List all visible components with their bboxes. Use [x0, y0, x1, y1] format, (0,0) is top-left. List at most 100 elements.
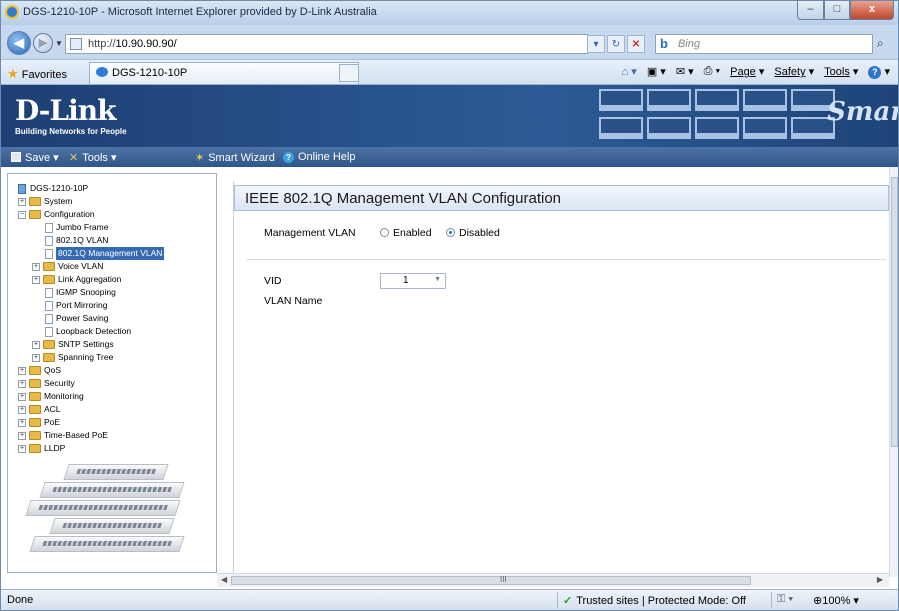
page-icon: [45, 222, 53, 233]
compat-view-icon[interactable]: ▾: [587, 35, 605, 53]
tree-node-management-vlan[interactable]: 802.1Q Management VLAN: [18, 247, 165, 260]
safety-menu[interactable]: Safety ▾: [774, 65, 814, 79]
expand-icon[interactable]: +: [32, 262, 40, 271]
address-actions: ▾ ↻ ✕: [587, 35, 645, 53]
expand-icon[interactable]: +: [18, 444, 26, 453]
switch-ports-graphic: [599, 89, 835, 139]
tree-node-lldp[interactable]: + LLDP: [18, 442, 164, 455]
scroll-right-icon[interactable]: ▶: [877, 575, 883, 584]
expand-icon[interactable]: +: [18, 197, 26, 206]
horizontal-scrollbar[interactable]: ◀ III ▶: [217, 573, 889, 587]
tree-node-loopback-detection[interactable]: Loopback Detection: [18, 325, 164, 338]
expand-icon[interactable]: +: [18, 392, 26, 401]
recent-pages-dropdown[interactable]: ▼: [55, 39, 63, 48]
tree-node-system[interactable]: + System: [18, 195, 164, 208]
security-zone[interactable]: ✓ Trusted sites | Protected Mode: Off: [563, 594, 746, 607]
search-input[interactable]: b Bing: [655, 34, 873, 54]
tree-node-root[interactable]: DGS-1210-10P: [18, 182, 164, 195]
expand-icon[interactable]: +: [32, 340, 40, 349]
enabled-radio[interactable]: [380, 228, 389, 237]
expand-icon[interactable]: +: [18, 366, 26, 375]
back-button[interactable]: ◀: [7, 31, 31, 55]
tools-icon: ✕: [69, 152, 79, 164]
protected-mode-icon[interactable]: ⚿ ▾: [777, 593, 793, 606]
maximize-button[interactable]: □: [824, 1, 850, 20]
refresh-icon[interactable]: ↻: [607, 35, 625, 53]
home-icon[interactable]: ⌂ ▾: [622, 65, 637, 79]
url-text: http://10.90.90.90/: [88, 38, 177, 50]
management-vlan-row: Management VLAN: [264, 227, 356, 239]
online-help-button[interactable]: ? Online Help: [283, 151, 355, 163]
print-icon[interactable]: ⎙ ▾: [704, 65, 720, 79]
folder-icon: [43, 340, 55, 349]
tree-node-port-mirroring[interactable]: Port Mirroring: [18, 299, 164, 312]
forward-button[interactable]: ▶: [33, 33, 53, 53]
tree-node-qos[interactable]: + QoS: [18, 364, 164, 377]
expand-icon[interactable]: +: [18, 405, 26, 414]
expand-icon[interactable]: +: [18, 379, 26, 388]
tree-node-spanning-tree[interactable]: + Spanning Tree: [18, 351, 164, 364]
page-title: IEEE 802.1Q Management VLAN Configuratio…: [234, 185, 889, 211]
tools-menu[interactable]: Tools ▾: [824, 65, 858, 79]
close-button[interactable]: x: [850, 1, 894, 20]
save-menu[interactable]: Save ▾: [11, 151, 59, 164]
expand-icon[interactable]: +: [18, 431, 26, 440]
vid-select[interactable]: 1 ▼: [380, 273, 446, 289]
tree-node-acl[interactable]: + ACL: [18, 403, 164, 416]
expand-icon[interactable]: +: [32, 353, 40, 362]
management-vlan-label: Management VLAN: [264, 227, 356, 239]
folder-icon: [29, 431, 41, 440]
tree-node-time-based-poe[interactable]: + Time-Based PoE: [18, 429, 164, 442]
divider: [246, 259, 886, 260]
zoom-level[interactable]: ⊕100% ▾: [813, 594, 859, 607]
folder-open-icon: [29, 210, 41, 219]
tree-node-configuration[interactable]: − Configuration: [18, 208, 164, 221]
navigation-tree: DGS-1210-10P + System − Configuration Jumb…: [18, 182, 165, 455]
disabled-radio[interactable]: [446, 228, 455, 237]
browser-tab[interactable]: DGS-1210-10P: [89, 62, 359, 84]
disabled-radio-option[interactable]: Disabled: [446, 227, 500, 239]
enabled-radio-option[interactable]: Enabled: [380, 227, 432, 239]
scroll-thumb[interactable]: III: [231, 575, 751, 585]
tree-node-jumbo-frame[interactable]: Jumbo Frame: [18, 221, 164, 234]
mail-icon[interactable]: ✉ ▾: [676, 65, 694, 79]
vlan-name-label: VLAN Name: [264, 295, 323, 307]
tree-node-poe[interactable]: + PoE: [18, 416, 164, 429]
minimize-button[interactable]: –: [797, 1, 824, 20]
feeds-icon[interactable]: ▣ ▾: [647, 65, 666, 79]
tree-node-security[interactable]: + Security: [18, 377, 164, 390]
search-icon[interactable]: ⌕: [877, 36, 884, 51]
tree-node-monitoring[interactable]: + Monitoring: [18, 390, 164, 403]
help-menu[interactable]: ? ▾: [868, 65, 890, 79]
new-tab-button[interactable]: [339, 64, 359, 82]
status-text: Done: [7, 594, 34, 606]
scroll-left-icon[interactable]: ◀: [221, 575, 227, 584]
tree-node-link-aggregation[interactable]: + Link Aggregation: [18, 273, 164, 286]
online-help-icon: ?: [283, 152, 294, 163]
expand-icon[interactable]: +: [18, 418, 26, 427]
scroll-thumb[interactable]: [891, 177, 898, 447]
tools-menu-app[interactable]: ✕ Tools ▾: [69, 151, 116, 164]
collapse-icon[interactable]: −: [18, 210, 26, 219]
folder-icon: [29, 366, 41, 375]
smart-logo: Smar: [827, 97, 898, 127]
switch-stack-image: [22, 462, 190, 562]
favorites-button[interactable]: ★ Favorites: [7, 66, 67, 82]
tree-node-power-saving[interactable]: Power Saving: [18, 312, 164, 325]
tab-icon: [96, 67, 108, 77]
expand-icon[interactable]: +: [32, 275, 40, 284]
url-input[interactable]: http://10.90.90.90/: [65, 34, 588, 54]
caption-buttons: – □ x: [797, 1, 894, 20]
page-menu[interactable]: Page ▾: [730, 65, 764, 79]
check-icon: ✓: [563, 595, 573, 607]
status-bar: Done ✓ Trusted sites | Protected Mode: Of…: [1, 589, 898, 610]
vertical-scrollbar[interactable]: [889, 167, 898, 577]
tree-node-sntp-settings[interactable]: + SNTP Settings: [18, 338, 164, 351]
tree-node-voice-vlan[interactable]: + Voice VLAN: [18, 260, 164, 273]
tree-node-8021q-vlan[interactable]: 802.1Q VLAN: [18, 234, 164, 247]
tree-node-igmp-snooping[interactable]: IGMP Snooping: [18, 286, 164, 299]
stop-icon[interactable]: ✕: [627, 35, 645, 53]
address-bar: ◀ ▶ ▼ http://10.90.90.90/ ▾ ↻ ✕ b Bing ⌕: [1, 25, 898, 59]
wizard-icon: ✶: [195, 152, 205, 164]
smart-wizard-button[interactable]: ✶ Smart Wizard: [195, 151, 275, 164]
